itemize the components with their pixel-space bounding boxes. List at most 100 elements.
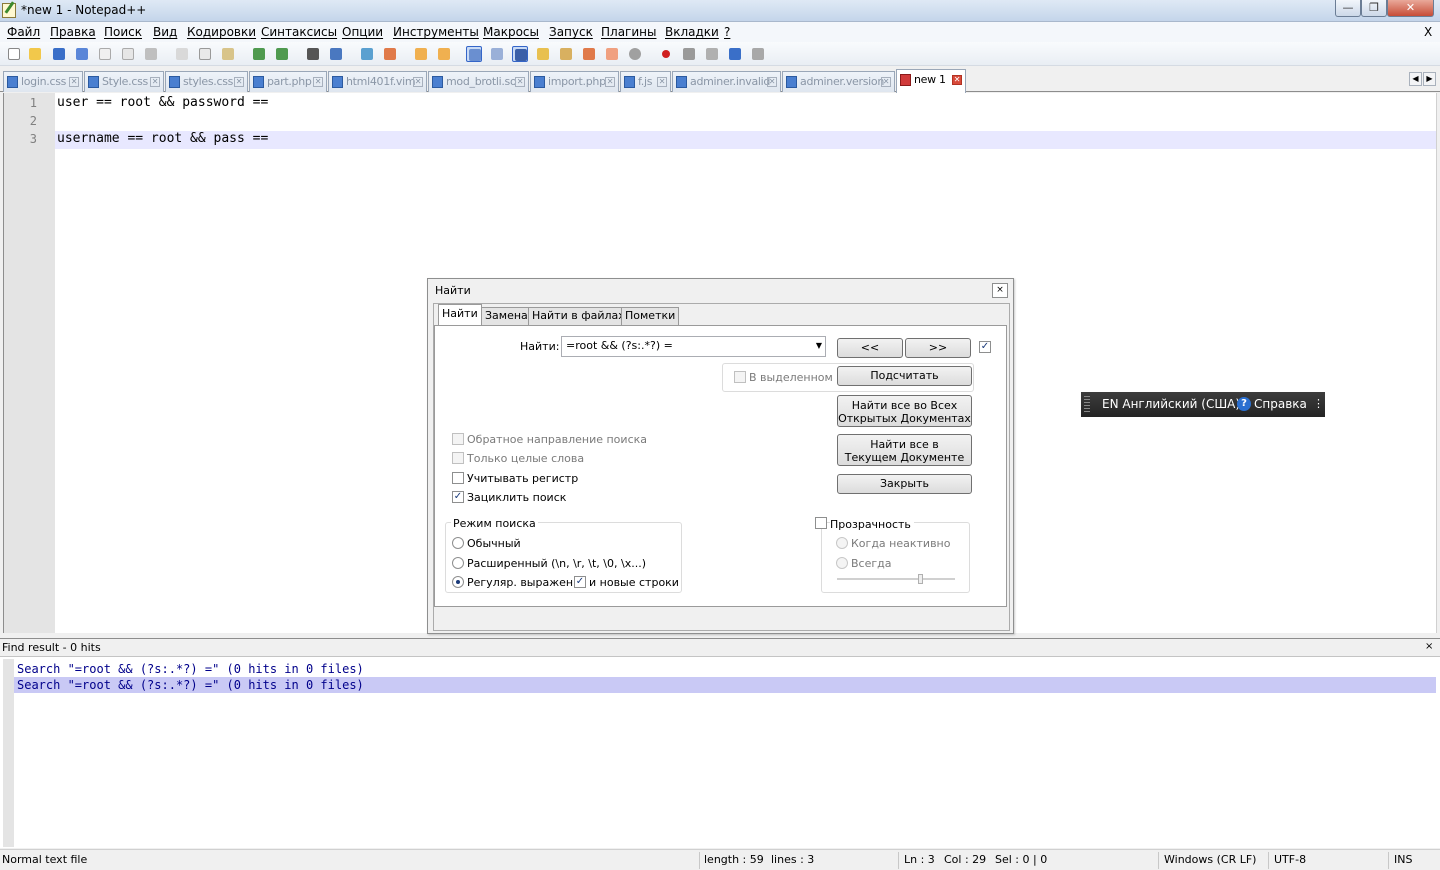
result-line[interactable]: Search "=root && (?s:.*?) =" (0 hits in …	[14, 661, 1436, 677]
dot-matches-newline-checkbox[interactable]: ✓	[574, 576, 586, 588]
count-button[interactable]: Подсчитать	[837, 366, 972, 386]
doc-map-icon[interactable]	[558, 46, 574, 62]
status-eol[interactable]: Windows (CR LF)	[1164, 853, 1256, 866]
close-file-icon[interactable]	[97, 46, 113, 62]
find-all-current-doc-button[interactable]: Найти все в Текущем Документе	[837, 434, 972, 466]
indent-guide-icon[interactable]	[512, 46, 528, 62]
monitoring-icon[interactable]	[627, 46, 643, 62]
tab-scroll-left-icon[interactable]: ◀	[1409, 72, 1422, 86]
show-all-chars-icon[interactable]	[489, 46, 505, 62]
save-macro-icon[interactable]	[750, 46, 766, 62]
minimize-button[interactable]: —	[1335, 0, 1361, 17]
sync-horizontal-icon[interactable]	[436, 46, 452, 62]
menu-run[interactable]: Запуск	[549, 25, 593, 39]
input-language[interactable]: EN Английский (США)	[1102, 392, 1240, 416]
open-file-icon[interactable]	[27, 46, 43, 62]
menu-edit[interactable]: Правка	[50, 25, 96, 39]
help-label[interactable]: Справка	[1254, 392, 1307, 416]
menu-language[interactable]: Синтаксисы	[261, 25, 337, 39]
zoom-in-icon[interactable]	[359, 46, 375, 62]
tab-adminer-invalid[interactable]: adminer.invalid ✕	[672, 71, 781, 92]
maximize-button[interactable]: ❐	[1361, 0, 1387, 17]
undo-icon[interactable]	[251, 46, 267, 62]
tab-marks[interactable]: Пометки	[621, 307, 680, 325]
tab-close-icon[interactable]: ✕	[515, 77, 525, 87]
save-icon[interactable]	[51, 46, 67, 62]
tab-close-icon[interactable]: ✕	[657, 77, 667, 87]
match-case-checkbox[interactable]	[452, 472, 464, 484]
menu-search[interactable]: Поиск	[104, 25, 142, 39]
find-icon[interactable]	[305, 46, 321, 62]
tab-scroll-right-icon[interactable]: ▶	[1423, 72, 1436, 86]
tab-close-icon[interactable]: ✕	[767, 77, 777, 87]
code-line[interactable]: username == root && pass ==	[57, 131, 268, 146]
sync-vertical-icon[interactable]	[413, 46, 429, 62]
find-what-input[interactable]: =root && (?s:.*?) = ▼	[561, 336, 826, 357]
tab-login-css[interactable]: login.css ✕	[3, 71, 83, 92]
zoom-out-icon[interactable]	[382, 46, 398, 62]
tab-mod-brotli-so[interactable]: mod_brotli.so ✕	[428, 71, 529, 92]
tab-find-in-files[interactable]: Найти в файлах	[528, 307, 629, 325]
tab-close-icon[interactable]: ✕	[150, 77, 160, 87]
paste-icon[interactable]	[220, 46, 236, 62]
tab-replace[interactable]: Замена	[481, 307, 532, 325]
menu-encoding[interactable]: Кодировки	[187, 25, 256, 39]
results-close-icon[interactable]: ×	[1425, 642, 1436, 653]
close-window-button[interactable]: ✕	[1387, 0, 1434, 17]
folder-workspace-icon[interactable]	[604, 46, 620, 62]
menu-tools[interactable]: Инструменты	[393, 25, 479, 39]
tab-close-icon[interactable]: ✕	[605, 77, 615, 87]
menu-tabs[interactable]: Вкладки	[665, 25, 719, 39]
tab-adminer-version[interactable]: adminer.version ✕	[782, 71, 895, 92]
tab-new-1[interactable]: new 1 ✕	[896, 69, 966, 93]
record-macro-icon[interactable]	[658, 46, 674, 62]
play-macro-icon[interactable]	[704, 46, 720, 62]
tab-close-icon[interactable]: ✕	[313, 77, 323, 87]
options-icon[interactable]: ⋮	[1313, 392, 1324, 416]
result-line[interactable]: Search "=root && (?s:.*?) =" (0 hits in …	[14, 677, 1436, 693]
new-file-icon[interactable]	[6, 46, 22, 62]
help-icon[interactable]: ?	[1237, 397, 1251, 411]
menu-view[interactable]: Вид	[153, 25, 177, 39]
stop-record-icon[interactable]	[681, 46, 697, 62]
tab-import-php[interactable]: import.php ✕	[530, 71, 619, 92]
close-all-icon[interactable]	[120, 46, 136, 62]
tab-close-icon[interactable]: ✕	[413, 77, 423, 87]
function-list-icon[interactable]	[581, 46, 597, 62]
tab-html401f-vim[interactable]: html401f.vim ✕	[328, 71, 427, 92]
save-all-icon[interactable]	[74, 46, 90, 62]
tab-find[interactable]: Найти	[438, 304, 482, 326]
tab-close-icon[interactable]: ✕	[952, 75, 962, 85]
code-line[interactable]: user == root && password ==	[57, 95, 268, 110]
tab-close-icon[interactable]: ✕	[69, 77, 79, 87]
mode-normal-radio[interactable]	[452, 537, 464, 549]
close-document-button[interactable]: X	[1424, 25, 1432, 39]
menu-settings[interactable]: Опции	[342, 25, 383, 39]
tab-style-css[interactable]: Style.css ✕	[84, 71, 164, 92]
transparency-checkbox[interactable]	[815, 517, 827, 529]
tab-f-js[interactable]: f.js ✕	[620, 71, 671, 92]
tab-part-php[interactable]: part.php ✕	[249, 71, 327, 92]
user-define-lang-icon[interactable]	[535, 46, 551, 62]
print-icon[interactable]	[143, 46, 159, 62]
mode-extended-radio[interactable]	[452, 557, 464, 569]
menu-file[interactable]: Файл	[7, 25, 40, 39]
find-next-button[interactable]: >>	[905, 338, 971, 358]
tab-styles-css[interactable]: styles.css ✕	[165, 71, 248, 92]
wrap-around-checkbox[interactable]: ✓	[452, 491, 464, 503]
close-button[interactable]: Закрыть	[837, 474, 972, 494]
tab-close-icon[interactable]: ✕	[881, 77, 891, 87]
tab-close-icon[interactable]: ✕	[234, 77, 244, 87]
find-previous-button[interactable]: <<	[837, 338, 903, 358]
direction-checkbox[interactable]: ✓	[979, 341, 991, 353]
copy-icon[interactable]	[197, 46, 213, 62]
drag-grip-icon[interactable]	[1084, 396, 1090, 413]
menu-plugins[interactable]: Плагины	[601, 25, 656, 39]
chevron-down-icon[interactable]: ▼	[816, 337, 822, 355]
mode-regex-radio[interactable]	[452, 576, 464, 588]
cut-icon[interactable]	[174, 46, 190, 62]
word-wrap-icon[interactable]	[466, 46, 482, 62]
menu-macro[interactable]: Макросы	[483, 25, 539, 39]
run-macro-multiple-icon[interactable]	[727, 46, 743, 62]
find-all-open-docs-button[interactable]: Найти все во Всех Открытых Документах	[837, 395, 972, 427]
